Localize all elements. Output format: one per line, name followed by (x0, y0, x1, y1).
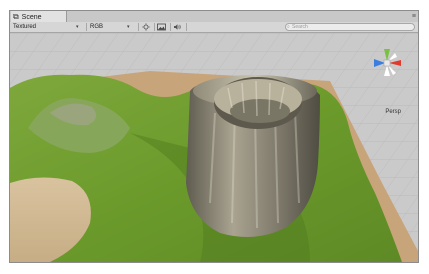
color-mode-label: RGB (90, 24, 104, 30)
sun-icon (142, 23, 150, 31)
scene-window: ⧉ Scene ≡ Textured ▾ RGB ▾ ⌕ Search Pers… (9, 10, 419, 263)
search-input[interactable]: ⌕ Search (285, 23, 415, 31)
scene-toolbar: Textured ▾ RGB ▾ ⌕ Search (10, 22, 418, 33)
chevron-down-icon: ▾ (127, 24, 130, 30)
search-placeholder: Search (292, 24, 308, 30)
toolbar-divider (138, 23, 139, 31)
window-menu-button[interactable]: ≡ (412, 11, 416, 22)
scene-icon: ⧉ (13, 12, 19, 21)
projection-label[interactable]: Persp (385, 109, 401, 115)
render-mode-dropdown[interactable]: Textured ▾ (13, 22, 83, 32)
speaker-icon (174, 24, 181, 30)
audio-toggle[interactable] (173, 22, 183, 32)
toolbar-divider (86, 23, 87, 31)
color-mode-dropdown[interactable]: RGB ▾ (90, 22, 136, 32)
toolbar-divider (186, 23, 187, 31)
render-mode-label: Textured (13, 24, 37, 30)
chevron-down-icon: ▾ (76, 24, 79, 30)
gizmo-center-cube[interactable] (383, 59, 391, 67)
scene-viewport[interactable]: Persp (10, 33, 418, 262)
image-icon (157, 23, 166, 31)
tab-scene[interactable]: ⧉ Scene (11, 11, 67, 22)
tab-scene-label: Scene (21, 14, 42, 21)
search-icon: ⌕ (287, 24, 290, 30)
scene-image-toggle[interactable] (157, 22, 167, 32)
terrain-render (10, 33, 418, 262)
toolbar-divider (154, 23, 155, 31)
lighting-toggle[interactable] (142, 22, 151, 32)
toolbar-divider (170, 23, 171, 31)
